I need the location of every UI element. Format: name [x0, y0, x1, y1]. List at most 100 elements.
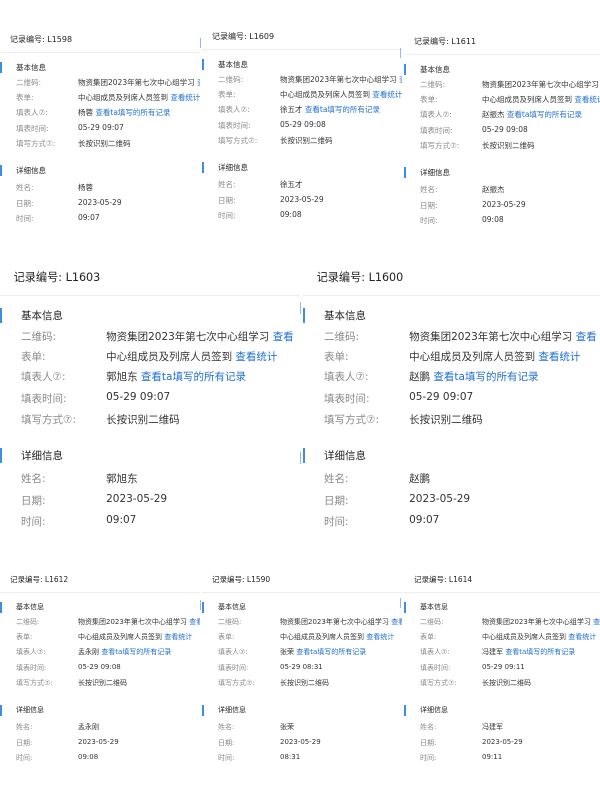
field-value-fill-method: 长按识别二维码 [78, 138, 131, 149]
qrcode-link[interactable]: 查看 [189, 618, 200, 626]
field-label-fill-method: 填写方式⑦: [16, 679, 53, 687]
field-label-form: 表单: [420, 633, 437, 641]
form-link[interactable]: 查看统计 [538, 351, 580, 363]
field-label-time: 时间: [420, 216, 438, 225]
field-label-name: 姓名: [218, 180, 236, 189]
date-text: 2023-05-29 [482, 738, 523, 746]
qrcode-link[interactable]: 查看 [576, 331, 597, 343]
form-text: 中心组成员及列席人员签到 [106, 351, 233, 364]
filler-link[interactable]: 查看ta填写的所有记录 [433, 371, 538, 383]
field-value-form: 中心组成员及列席人员签到 查看统计 [409, 349, 580, 364]
form-link[interactable]: 查看统计 [568, 633, 596, 641]
field-value-qrcode: 物资集团2023年第七次中心组学习 查看 [106, 329, 294, 344]
field-value-date: 2023-05-29 [482, 738, 523, 746]
record-id: L1600 [368, 271, 404, 285]
time-text: 09:08 [280, 210, 302, 219]
field-value-name: 冯建军 [482, 722, 503, 732]
date-text: 2023-05-29 [280, 195, 324, 204]
field-value-name: 郭旭东 [106, 471, 138, 486]
field-label-time: 时间: [218, 754, 235, 762]
qrcode-text: 物资集团2023年第七次中心组学习 [78, 618, 187, 626]
filler-text: 冯建军 [482, 648, 503, 656]
field-value-qrcode: 物资集团2023年第七次中心组学习 查看 [280, 74, 402, 85]
form-link[interactable]: 查看统计 [235, 351, 277, 363]
field-value-form: 中心组成员及列席人员签到 查看统计 [78, 92, 200, 103]
filler-link[interactable]: 查看ta填写的所有记录 [305, 105, 380, 114]
section-accent-bar [404, 167, 406, 178]
field-label-form: 表单: [16, 93, 34, 102]
field-label-fill-method: 填写方式⑦: [218, 136, 258, 145]
field-value-fill-method: 长按识别二维码 [106, 412, 180, 427]
field-value-qrcode: 物资集团2023年第七次中心组学习 查看 [482, 617, 600, 627]
fill-time-text: 05-29 09:11 [482, 663, 525, 671]
name-text: 张荣 [280, 723, 294, 731]
field-value-fill-method: 长按识别二维码 [482, 678, 531, 688]
field-label-name: 姓名: [21, 473, 46, 486]
section-accent-bar [404, 64, 406, 75]
field-label-qrcode: 二维码: [420, 80, 446, 89]
qrcode-link[interactable]: 查看 [197, 78, 200, 87]
fill-method-text: 长按识别二维码 [482, 141, 535, 150]
field-value-fill-time: 05-29 09:11 [482, 663, 525, 671]
record-card: 记录编号: L1611 基本信息二维码: 物资集团2023年第七次中心组学习 查看表… [404, 30, 600, 262]
record-no-label: 记录编号: [10, 35, 48, 44]
date-text: 2023-05-29 [106, 493, 168, 506]
section-title-basic: 基本信息 [16, 63, 46, 72]
fill-time-text: 05-29 09:07 [106, 391, 171, 404]
divider-line [200, 600, 201, 610]
field-label-name: 姓名: [16, 183, 34, 192]
section-title-basic: 基本信息 [420, 603, 448, 611]
filler-text: 郭旭东 [106, 371, 138, 384]
field-label-qrcode: 二维码: [21, 330, 57, 343]
record-no-label: 记录编号: [10, 575, 45, 584]
field-label-fill-method: 填写方式⑦: [16, 139, 56, 148]
record-id: L1603 [65, 271, 101, 285]
field-value-qrcode: 物资集团2023年第七次中心组学习 查看 [78, 77, 200, 88]
field-value-fill-time: 05-29 09:08 [280, 120, 326, 129]
field-label-filler: 填表人⑦: [16, 648, 46, 656]
qrcode-link[interactable]: 查看 [399, 75, 402, 84]
filler-link[interactable]: 查看ta填写的所有记录 [95, 108, 170, 117]
filler-link[interactable]: 查看ta填写的所有记录 [296, 648, 366, 656]
field-label-filler: 填表人⑦: [16, 108, 48, 117]
field-label-form: 表单: [16, 633, 33, 641]
field-label-date: 日期: [16, 199, 34, 208]
form-link[interactable]: 查看统计 [574, 95, 600, 104]
filler-link[interactable]: 查看ta填写的所有记录 [505, 648, 575, 656]
field-label-time: 时间: [16, 214, 34, 223]
section-title-detail: 详细信息 [16, 166, 46, 175]
form-link[interactable]: 查看统计 [170, 93, 200, 102]
field-value-date: 2023-05-29 [78, 198, 122, 207]
name-text: 徐五才 [280, 180, 303, 189]
filler-text: 徐五才 [280, 105, 303, 114]
field-value-date: 2023-05-29 [280, 195, 324, 204]
qrcode-text: 物资集团2023年第七次中心组学习 [482, 618, 591, 626]
section-title-detail: 详细信息 [420, 168, 450, 177]
record-card: 记录编号: L1614 基本信息二维码: 物资集团2023年第七次中心组学习 查看表… [404, 568, 600, 800]
qrcode-link[interactable]: 查看 [391, 618, 402, 626]
section-title-detail: 详细信息 [21, 450, 64, 463]
form-link[interactable]: 查看统计 [372, 90, 402, 99]
field-value-qrcode: 物资集团2023年第七次中心组学习 查看 [409, 329, 597, 344]
qrcode-link[interactable]: 查看 [593, 618, 600, 626]
section-title-basic: 基本信息 [16, 603, 44, 611]
fill-method-text: 长按识别二维码 [78, 139, 131, 148]
field-value-form: 中心组成员及列席人员签到 查看统计 [78, 632, 192, 642]
form-link[interactable]: 查看统计 [366, 633, 394, 641]
filler-link[interactable]: 查看ta填写的所有记录 [141, 371, 246, 383]
section-title-detail: 详细信息 [324, 450, 367, 463]
divider-line [400, 48, 401, 58]
fill-time-text: 05-29 09:08 [482, 125, 528, 134]
qrcode-link[interactable]: 查看 [273, 331, 294, 343]
fill-time-text: 05-29 09:07 [409, 391, 474, 404]
filler-link[interactable]: 查看ta填写的所有记录 [507, 110, 582, 119]
field-label-qrcode: 二维码: [324, 330, 360, 343]
qrcode-text: 物资集团2023年第七次中心组学习 [482, 80, 599, 89]
filler-link[interactable]: 查看ta填写的所有记录 [101, 648, 171, 656]
field-value-fill-time: 05-29 08:31 [280, 663, 323, 671]
field-label-qrcode: 二维码: [16, 78, 42, 87]
time-text: 09:08 [78, 753, 99, 761]
field-value-fill-method: 长按识别二维码 [78, 678, 127, 688]
form-link[interactable]: 查看统计 [164, 633, 192, 641]
divider-line [300, 452, 301, 464]
